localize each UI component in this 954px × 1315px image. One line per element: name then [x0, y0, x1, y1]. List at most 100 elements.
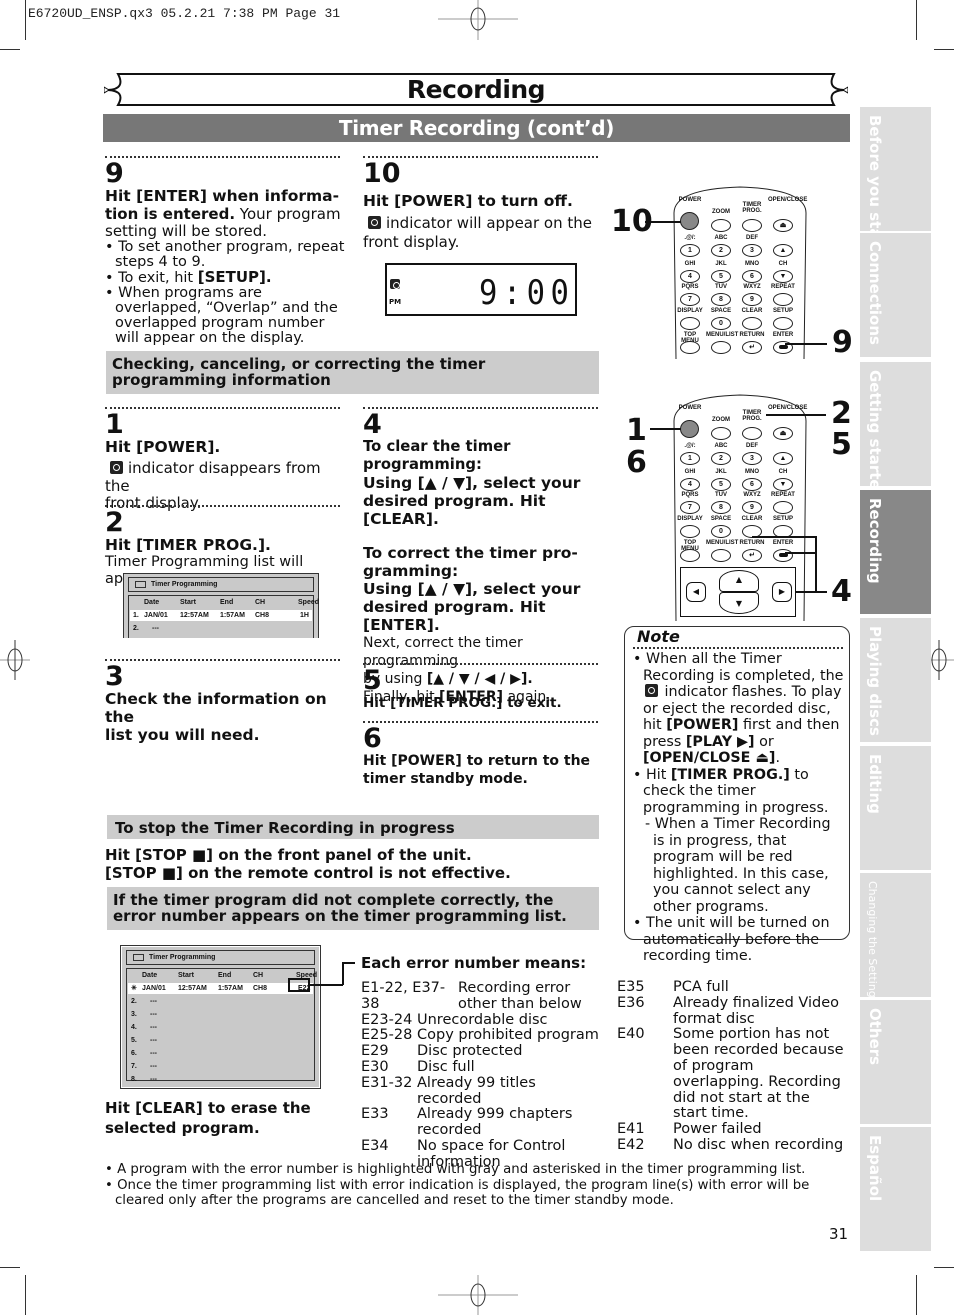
note-box: Note • When all the Timer Recording is c… [624, 626, 850, 964]
remote-button[interactable] [742, 427, 762, 440]
side-tab-others[interactable]: Others [860, 1000, 931, 1124]
remote-label: SPACE [710, 308, 732, 314]
column-header: Date [144, 599, 160, 606]
clear-hint: selected program. [105, 1119, 260, 1137]
cell-end: 1:57AM [220, 612, 245, 619]
remote-button[interactable] [773, 317, 793, 330]
list-row[interactable]: 6. --- [128, 1048, 313, 1059]
channel-down-button[interactable]: ▼ [773, 478, 793, 491]
side-tab-changing-the-setting-menu[interactable]: Changing the Setting menu [860, 873, 931, 1033]
remote-digit-button[interactable]: 5 [711, 270, 731, 283]
remote-digit-button[interactable]: 8 [711, 293, 731, 306]
cell-date: --- [150, 1063, 157, 1070]
channel-up-button[interactable]: ▲ [773, 452, 793, 465]
divider [105, 407, 340, 409]
down-arrow-button[interactable]: ▼ [719, 592, 759, 614]
channel-down-button[interactable]: ▼ [773, 270, 793, 283]
menu-icon [135, 581, 146, 588]
error-code-row: E40 Some portion has not been recorded be… [617, 1027, 847, 1122]
footnote: • Once the timer programming list with e… [105, 1177, 810, 1209]
error-code-row: E31-32 Already 99 titles recorded [361, 1075, 601, 1108]
step-number: 1 [105, 409, 124, 440]
left-arrow-button[interactable]: ◀ [686, 582, 706, 602]
cell-speed: 1H [300, 612, 309, 619]
list-row[interactable]: ✳ JAN/01 12:57AM 1:57AM CH8 E22 [128, 983, 313, 994]
error-code-highlight [288, 978, 310, 992]
side-tab-label: Connections [866, 241, 884, 345]
remote-digit-button[interactable]: 6 [742, 478, 762, 491]
remote-button[interactable] [711, 341, 731, 354]
remote-button[interactable] [773, 293, 793, 306]
open-close-button[interactable]: ⏏ [773, 427, 793, 440]
timer-list-frame: Timer Programming Date Start End CH Speed ✳ JA… [120, 945, 321, 1089]
remote-label: SETUP [772, 516, 793, 522]
error-legend-heading: Each error number means: [361, 954, 587, 972]
list-row[interactable]: 5. --- [128, 1035, 313, 1046]
side-tab-espa-ol[interactable]: Español [860, 1127, 931, 1251]
up-arrow-button[interactable]: ▲ [719, 570, 759, 592]
remote-button[interactable] [742, 219, 762, 232]
remote-digit-button[interactable]: 2 [711, 452, 731, 465]
remote-digit-button[interactable]: 2 [711, 244, 731, 257]
remote-button[interactable] [742, 317, 762, 330]
remote-digit-button[interactable]: 7 [680, 501, 700, 514]
power-button[interactable] [680, 212, 699, 230]
list-row[interactable]: 2. --- [130, 623, 312, 634]
remote-button[interactable] [711, 427, 731, 440]
remote-label: TIMER PROG. [742, 410, 762, 422]
remote-button[interactable] [680, 341, 700, 354]
list-row[interactable]: 3. --- [128, 1009, 313, 1020]
enter-button[interactable] [773, 549, 793, 562]
remote-digit-button[interactable]: 3 [742, 244, 762, 257]
remote-digit-button[interactable]: 3 [742, 452, 762, 465]
remote-label: MENU/LIST [706, 332, 739, 338]
side-tab-playing-discs[interactable]: Playing discs [860, 618, 931, 742]
side-tab-connections[interactable]: Connections [860, 233, 931, 357]
side-tab-getting-started[interactable]: Getting started [860, 362, 931, 500]
channel-up-button[interactable]: ▲ [773, 244, 793, 257]
right-arrow-button[interactable]: ▶ [772, 582, 792, 602]
remote-digit-button[interactable]: 9 [742, 293, 762, 306]
side-tab-editing[interactable]: Editing [860, 746, 931, 870]
timer-clock-icon [110, 461, 123, 474]
list-row[interactable]: 1. JAN/01 12:57AM 1:57AM CH8 1H [130, 610, 312, 621]
remote-digit-button[interactable]: 1 [680, 452, 700, 465]
list-row[interactable]: 2. --- [128, 996, 313, 1007]
remote-digit-button[interactable]: 0 [711, 525, 731, 538]
remote-button[interactable] [711, 219, 731, 232]
side-tab-before-you-start[interactable]: Before you start [860, 107, 931, 253]
remote-digit-button[interactable]: 7 [680, 293, 700, 306]
remote-digit-button[interactable]: 6 [742, 270, 762, 283]
list-row[interactable]: 7. --- [128, 1061, 313, 1072]
divider [105, 505, 340, 507]
remote-button[interactable] [680, 549, 700, 562]
return-button[interactable]: ↵ [742, 341, 762, 354]
list-row[interactable]: 4. --- [128, 1022, 313, 1033]
list-row[interactable]: 8. --- [128, 1074, 313, 1085]
remote-button[interactable] [711, 549, 731, 562]
remote-digit-button[interactable]: 5 [711, 478, 731, 491]
remote-label: ABC [714, 443, 728, 449]
timer-clock-icon [390, 279, 400, 289]
remote-digit-button[interactable]: 9 [742, 501, 762, 514]
callout-step-6: 6 [626, 445, 647, 480]
remote-button[interactable] [680, 525, 700, 538]
remote-label: REPEAT [771, 492, 795, 498]
cell-date: --- [150, 998, 157, 1005]
remote-digit-button[interactable]: 0 [711, 317, 731, 330]
return-button[interactable]: ↵ [742, 549, 762, 562]
remote-label: DEF [746, 443, 758, 449]
open-close-button[interactable]: ⏏ [773, 219, 793, 232]
remote-label: ZOOM [712, 417, 730, 423]
remote-digit-button[interactable]: 4 [680, 270, 700, 283]
remote-label: GHI [684, 261, 696, 267]
remote-button[interactable] [773, 501, 793, 514]
remote-digit-button[interactable]: 4 [680, 478, 700, 491]
remote-label: DISPLAY [677, 308, 703, 314]
remote-label: JKL [715, 469, 727, 475]
remote-digit-button[interactable]: 8 [711, 501, 731, 514]
remote-button[interactable] [680, 317, 700, 330]
side-tab-recording[interactable]: Recording [860, 490, 931, 614]
remote-digit-button[interactable]: 1 [680, 244, 700, 257]
power-button[interactable] [680, 420, 699, 438]
